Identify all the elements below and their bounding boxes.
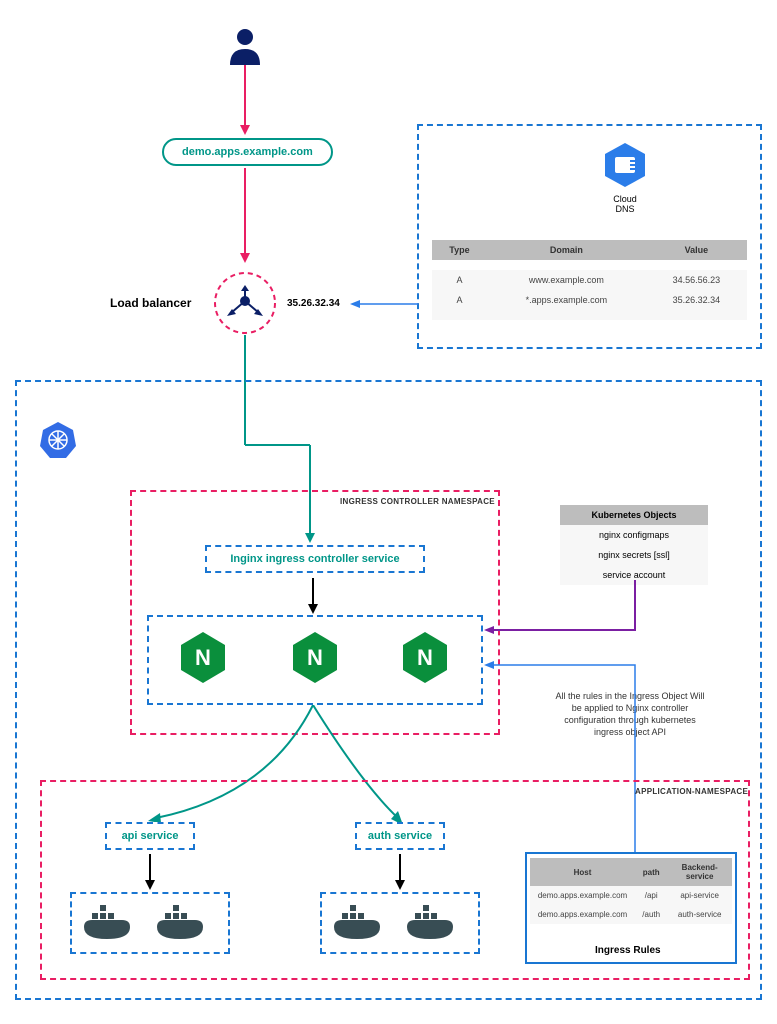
k8s-objects-row: nginx secrets [ssl] [560, 545, 708, 565]
table-cell: *.apps.example.com [487, 290, 646, 310]
table-header: Value [646, 240, 747, 260]
arrow-objects-to-nginx [480, 580, 640, 640]
table-header: path [635, 858, 667, 886]
kubernetes-icon [38, 420, 78, 460]
table-header: Domain [487, 240, 646, 260]
cloud-dns-table: Type Domain Value A www.example.com 34.5… [432, 240, 747, 320]
svg-text:N: N [307, 645, 323, 670]
ingress-controller-service: Inginx ingress controller service [205, 545, 425, 573]
nginx-icon: N [290, 630, 340, 685]
docker-icon [82, 905, 137, 945]
k8s-objects-header: Kubernetes Objects [560, 505, 708, 525]
cloud-dns-icon [600, 140, 650, 190]
arrow-dns-to-lb [350, 300, 418, 308]
arrow-api-to-pods [145, 854, 155, 890]
lb-ip-label: 35.26.32.34 [287, 298, 340, 309]
table-header: Backend-service [667, 858, 732, 886]
table-header: Host [530, 858, 635, 886]
user-icon [225, 25, 265, 65]
table-header: Type [432, 240, 487, 260]
k8s-objects-list: Kubernetes Objects nginx configmaps ngin… [560, 505, 708, 585]
auth-service: auth service [355, 822, 445, 850]
table-cell: 35.26.32.34 [646, 290, 747, 310]
arrow-domain-to-lb [240, 168, 250, 263]
load-balancer-label: Load balancer [110, 296, 191, 310]
load-balancer-icon [213, 271, 277, 335]
cloud-dns-title: Cloud DNS [605, 194, 645, 214]
app-namespace-label: APPLICATION-NAMESPACE [635, 787, 748, 796]
svg-text:N: N [195, 645, 211, 670]
k8s-objects-row: nginx configmaps [560, 525, 708, 545]
table-cell: www.example.com [487, 270, 646, 290]
arrow-auth-to-pods [395, 854, 405, 890]
docker-icon [405, 905, 460, 945]
ingress-namespace-label: INGRESS CONTROLLER NAMESPACE [340, 497, 495, 506]
arrow-svc-to-nginx [308, 578, 318, 614]
arrow-user-to-domain [240, 65, 250, 135]
ingress-rules-table: Host path Backend-service demo.apps.exam… [530, 858, 732, 924]
docker-icon [155, 905, 210, 945]
domain-pill: demo.apps.example.com [162, 138, 333, 166]
table-cell: auth-service [667, 905, 732, 924]
table-cell: demo.apps.example.com [530, 905, 635, 924]
ingress-rules-title: Ingress Rules [595, 945, 661, 956]
docker-icon [332, 905, 387, 945]
nginx-icon: N [400, 630, 450, 685]
table-cell: 34.56.56.23 [646, 270, 747, 290]
api-service: api service [105, 822, 195, 850]
table-cell: /auth [635, 905, 667, 924]
svg-text:N: N [417, 645, 433, 670]
table-cell: A [432, 290, 487, 310]
table-cell: A [432, 270, 487, 290]
table-cell: /api [635, 886, 667, 905]
nginx-icon: N [178, 630, 228, 685]
table-cell: demo.apps.example.com [530, 886, 635, 905]
table-cell: api-service [667, 886, 732, 905]
